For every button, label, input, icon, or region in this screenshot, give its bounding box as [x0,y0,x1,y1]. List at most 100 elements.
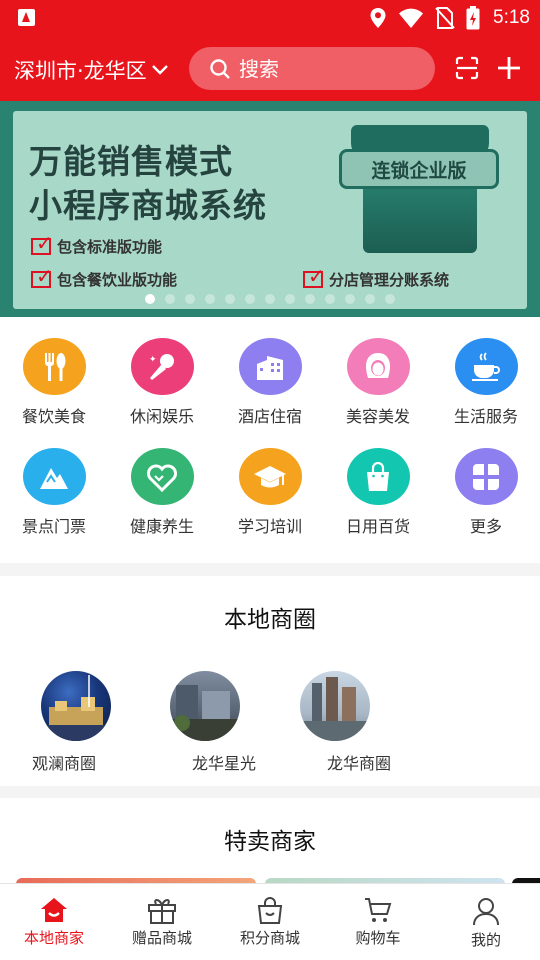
carousel-dot[interactable] [325,294,335,304]
category-item[interactable]: 学习培训 [216,427,324,537]
tab-points-mall[interactable]: 积分商城 [216,884,324,960]
more-grid-icon [454,448,518,505]
carousel-dot[interactable] [225,294,235,304]
category-label: 日用百货 [345,517,410,536]
business-area-photo [170,671,240,741]
category-item[interactable]: 生活服务 [432,317,540,427]
hotel-building-icon [238,338,302,395]
carousel-dot[interactable] [385,294,395,304]
carousel-dot[interactable] [245,294,255,304]
shopping-bag-icon [346,448,410,505]
banner-headline-1: 万能销售模式 [29,142,233,181]
category-label: 美容美发 [345,407,410,426]
carousel-dot[interactable] [145,294,155,304]
category-item[interactable]: 景点门票 [0,427,108,537]
microphone-icon: ✦ [130,338,194,395]
search-icon [210,58,230,79]
category-label: 酒店住宿 [237,407,302,426]
cart-icon [365,898,392,922]
business-area-label: 龙华星光 [192,754,257,773]
carousel-dot[interactable] [305,294,315,304]
business-area-photo [41,671,111,741]
category-item[interactable]: ✦ 休闲娱乐 [108,317,216,427]
app-notification-icon [18,9,35,26]
graduation-cap-icon [238,448,302,505]
section-title: 本地商圈 [224,607,316,633]
section-title: 特卖商家 [224,829,316,855]
search-box[interactable] [189,47,435,90]
category-item[interactable]: 酒店住宿 [216,317,324,427]
category-label: 学习培训 [237,517,302,536]
coffee-cup-icon [454,338,518,395]
category-label: 健康养生 [129,517,194,536]
category-item[interactable]: 更多 [432,427,540,537]
bottom-tab-bar: 本地商家 赠品商城 积分商城 购物车 我的 [0,883,540,960]
category-item[interactable]: 美容美发 [324,317,432,427]
carousel-dot[interactable] [165,294,175,304]
plus-icon[interactable] [497,55,521,81]
svg-text:✦: ✦ [149,355,157,365]
status-icons: 5:18 [369,5,530,31]
tab-label: 赠品商城 [131,929,192,947]
category-item[interactable]: 餐饮美食 [0,317,108,427]
tab-label: 本地商家 [23,929,84,947]
scan-icon[interactable] [455,56,479,80]
banner-slide[interactable]: 万能销售模式 小程序商城系统 连锁企业版 包含标准版功能 包含餐饮业版功能 分店… [13,111,527,309]
carousel-indicator[interactable] [145,294,395,304]
category-item[interactable]: 日用百货 [324,427,432,537]
storefront-illustration: 连锁企业版 [339,125,499,255]
tab-gift-mall[interactable]: 赠品商城 [108,884,216,960]
chevron-down-icon [151,65,168,75]
carousel-dot[interactable] [345,294,355,304]
heart-icon [130,448,194,505]
category-label: 休闲娱乐 [129,407,194,426]
no-sim-icon [435,7,455,29]
location-icon [370,8,386,28]
checkbox-icon [31,231,53,255]
carousel-dot[interactable] [185,294,195,304]
woman-face-icon [346,338,410,395]
tab-label: 积分商城 [239,929,300,947]
business-area-label: 龙华商圈 [327,754,392,773]
carousel-dot[interactable] [285,294,295,304]
tab-local-merchants[interactable]: 本地商家 [0,884,108,960]
carousel-dot[interactable] [205,294,215,304]
category-label: 生活服务 [453,407,518,426]
bag-icon [257,897,283,924]
tab-label: 购物车 [355,929,401,947]
category-item[interactable]: 健康养生 [108,427,216,537]
wifi-icon [399,8,424,28]
tab-me[interactable]: 我的 [432,884,540,960]
business-area-label: 观澜商圈 [32,754,97,773]
search-input[interactable] [239,56,409,81]
tab-label: 我的 [470,931,501,949]
status-bar: 5:18 [0,0,540,36]
banner-badge: 连锁企业版 [339,149,499,189]
tab-cart[interactable]: 购物车 [324,884,432,960]
category-label: 餐饮美食 [21,407,86,426]
carousel-dot[interactable] [365,294,375,304]
battery-icon [466,6,480,30]
category-label: 景点门票 [21,517,86,536]
banner-feature: 包含餐饮业版功能 [31,264,177,290]
home-icon [41,898,67,922]
category-label: 更多 [469,517,502,536]
top-header: 深圳市·龙华区 [0,36,540,101]
checkbox-icon [31,264,53,288]
checkbox-icon [303,264,325,288]
cutlery-icon [22,338,86,395]
carousel-dot[interactable] [265,294,275,304]
gift-icon [148,899,176,924]
city-selector[interactable]: 深圳市·龙华区 [14,55,169,85]
city-label: 深圳市·龙华区 [14,59,147,83]
category-grid: 餐饮美食 ✦ 休闲娱乐 酒店住宿 美容美发 生活服务景点门票 健康养生 学习培训 日用百货 更多 [0,317,540,563]
banner-feature: 分店管理分账系统 [303,264,449,290]
mountain-icon [22,448,86,505]
user-icon [473,898,499,926]
business-area-photo [300,671,370,741]
clock: 5:18 [493,7,530,28]
banner-carousel[interactable]: 万能销售模式 小程序商城系统 连锁企业版 包含标准版功能 包含餐饮业版功能 分店… [0,101,540,317]
banner-headline-2: 小程序商城系统 [29,186,267,225]
local-business-section: 本地商圈 观澜商圈 龙华星光 龙华商圈 [0,576,540,786]
banner-feature: 包含标准版功能 [31,231,162,257]
